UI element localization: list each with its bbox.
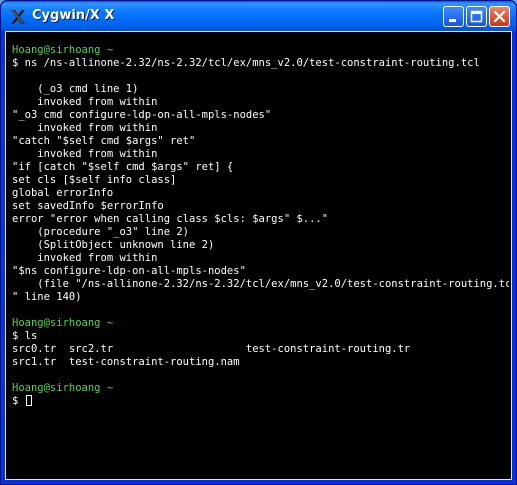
terminal-line-text: set cls [$self info class] (12, 174, 177, 186)
terminal-line-text: " line 140) (12, 291, 82, 303)
terminal-line-text: "_o3 cmd configure-ldp-on-all-mpls-nodes… (12, 109, 272, 121)
window-client-area: Hoang@sirhoang ~ $ ns /ns-allinone-2.32/n… (5, 31, 512, 480)
close-button[interactable] (489, 6, 510, 27)
terminal-output[interactable]: Hoang@sirhoang ~ $ ns /ns-allinone-2.32/n… (6, 32, 511, 479)
terminal-line: invoked from within (12, 122, 509, 135)
terminal-line: " line 140) (12, 291, 509, 304)
terminal-line-text: Hoang@sirhoang ~ (12, 44, 114, 56)
terminal-line-text: (_o3 cmd line 1) (12, 83, 139, 95)
terminal-line: global errorInfo (12, 187, 509, 200)
terminal-line-text: invoked from within (12, 96, 158, 108)
terminal-line-text: src0.tr src2.tr test-constraint-routing.… (12, 343, 411, 355)
terminal-line-text: $ ns /ns-allinone-2.32/ns-2.32/tcl/ex/mn… (12, 57, 480, 69)
terminal-line: "_o3 cmd configure-ldp-on-all-mpls-nodes… (12, 109, 509, 122)
terminal-line: src0.tr src2.tr test-constraint-routing.… (12, 343, 509, 356)
terminal-line-text: "$ns configure-ldp-on-all-mpls-nodes" (12, 265, 246, 277)
terminal-line-text: (procedure "_o3" line 2) (12, 226, 190, 238)
terminal-line-text: $ (12, 395, 25, 407)
terminal-line: $ ls (12, 330, 509, 343)
terminal-line: invoked from within (12, 148, 509, 161)
terminal-line: "catch "$self cmd $args" ret" (12, 135, 509, 148)
terminal-line-text: invoked from within (12, 252, 158, 264)
xterm-window: Cygwin/X X Hoang@sirhoang ~ $ ns /ns-alli… (0, 0, 517, 485)
terminal-line-text: (file "/ns-allinone-2.32/ns-2.32/tcl/ex/… (12, 278, 509, 290)
terminal-line: "$ns configure-ldp-on-all-mpls-nodes" (12, 265, 509, 278)
terminal-line-text: "if [catch "$self cmd $args" ret] { (12, 161, 234, 173)
prompt-line: Hoang@sirhoang ~ (12, 44, 509, 57)
x-logo-icon[interactable] (9, 8, 27, 26)
terminal-line-text: error "error when calling class $cls: $a… (12, 213, 329, 225)
terminal-line: (_o3 cmd line 1) (12, 83, 509, 96)
terminal-line: $ ns /ns-allinone-2.32/ns-2.32/tcl/ex/mn… (12, 57, 509, 70)
terminal-line: set cls [$self info class] (12, 174, 509, 187)
terminal-line: $ (12, 395, 509, 408)
terminal-line: error "error when calling class $cls: $a… (12, 213, 509, 226)
prompt-line: Hoang@sirhoang ~ (12, 382, 509, 395)
terminal-line: invoked from within (12, 252, 509, 265)
terminal-line: src1.tr test-constraint-routing.nam (12, 356, 509, 369)
terminal-line-text: src1.tr test-constraint-routing.nam (12, 356, 240, 368)
window-title: Cygwin/X X (32, 8, 115, 23)
minimize-button[interactable] (443, 6, 464, 27)
minimize-icon (449, 19, 456, 22)
close-icon (493, 10, 506, 23)
terminal-line-text: Hoang@sirhoang ~ (12, 317, 114, 329)
maximize-icon (470, 10, 483, 23)
terminal-line-text: global errorInfo (12, 187, 114, 199)
terminal-line: "if [catch "$self cmd $args" ret] { (12, 161, 509, 174)
terminal-line-text: "catch "$self cmd $args" ret" (12, 135, 196, 147)
terminal-line: (file "/ns-allinone-2.32/ns-2.32/tcl/ex/… (12, 278, 509, 291)
title-bar[interactable]: Cygwin/X X (1, 1, 516, 31)
maximize-button[interactable] (466, 6, 487, 27)
terminal-line-text: invoked from within (12, 148, 158, 160)
terminal-line-text: Hoang@sirhoang ~ (12, 382, 114, 394)
terminal-cursor (25, 395, 32, 406)
terminal-line-text: (SplitObject unknown line 2) (12, 239, 215, 251)
terminal-lines: Hoang@sirhoang ~ $ ns /ns-allinone-2.32/n… (12, 44, 509, 408)
terminal-line: invoked from within (12, 96, 509, 109)
terminal-line-text: set savedInfo $errorInfo (12, 200, 164, 212)
terminal-line: (procedure "_o3" line 2) (12, 226, 509, 239)
prompt-line: Hoang@sirhoang ~ (12, 317, 509, 330)
terminal-line-text: invoked from within (12, 122, 158, 134)
terminal-line: set savedInfo $errorInfo (12, 200, 509, 213)
terminal-line-text: $ ls (12, 330, 38, 342)
terminal-line: (SplitObject unknown line 2) (12, 239, 509, 252)
